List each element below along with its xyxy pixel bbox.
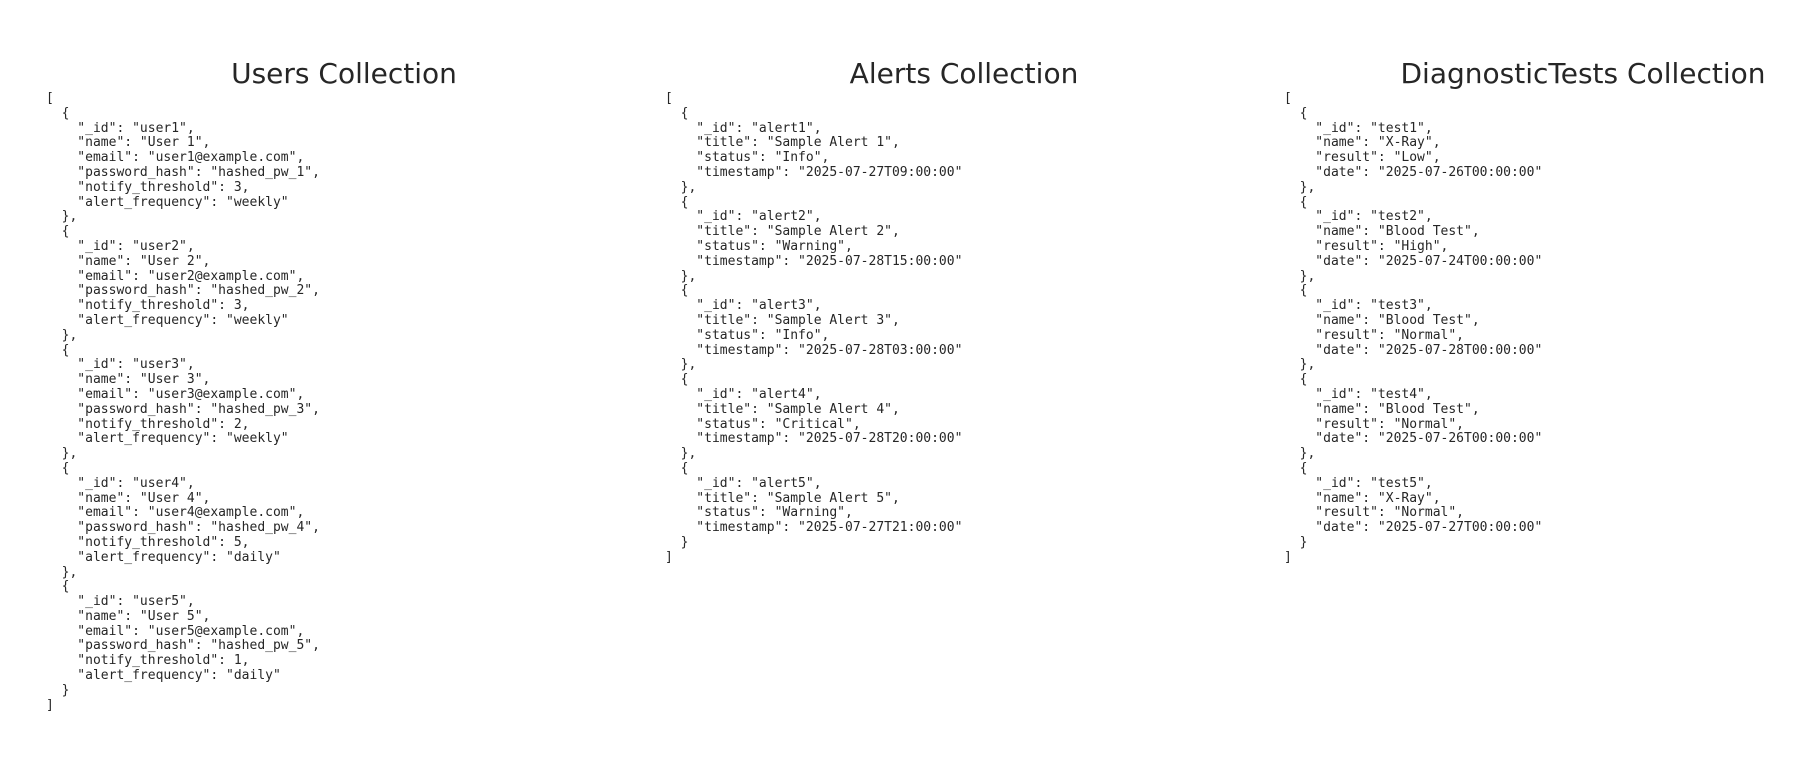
- alerts-collection-json: [ { "_id": "alert1", "title": "Sample Al…: [665, 91, 963, 565]
- users-collection-json: [ { "_id": "user1", "name": "User 1", "e…: [46, 91, 320, 713]
- alerts-collection-panel: Alerts Collection [ { "_id": "alert1", "…: [620, 0, 1240, 757]
- users-collection-title: Users Collection: [231, 57, 457, 90]
- diagnostictests-collection-json: [ { "_id": "test1", "name": "X-Ray", "re…: [1284, 91, 1543, 565]
- alerts-collection-title: Alerts Collection: [849, 57, 1079, 90]
- diagnostictests-collection-panel: DiagnosticTests Collection [ { "_id": "t…: [1240, 0, 1800, 757]
- users-collection-panel: Users Collection [ { "_id": "user1", "na…: [0, 0, 620, 757]
- diagnostictests-collection-title: DiagnosticTests Collection: [1400, 57, 1766, 90]
